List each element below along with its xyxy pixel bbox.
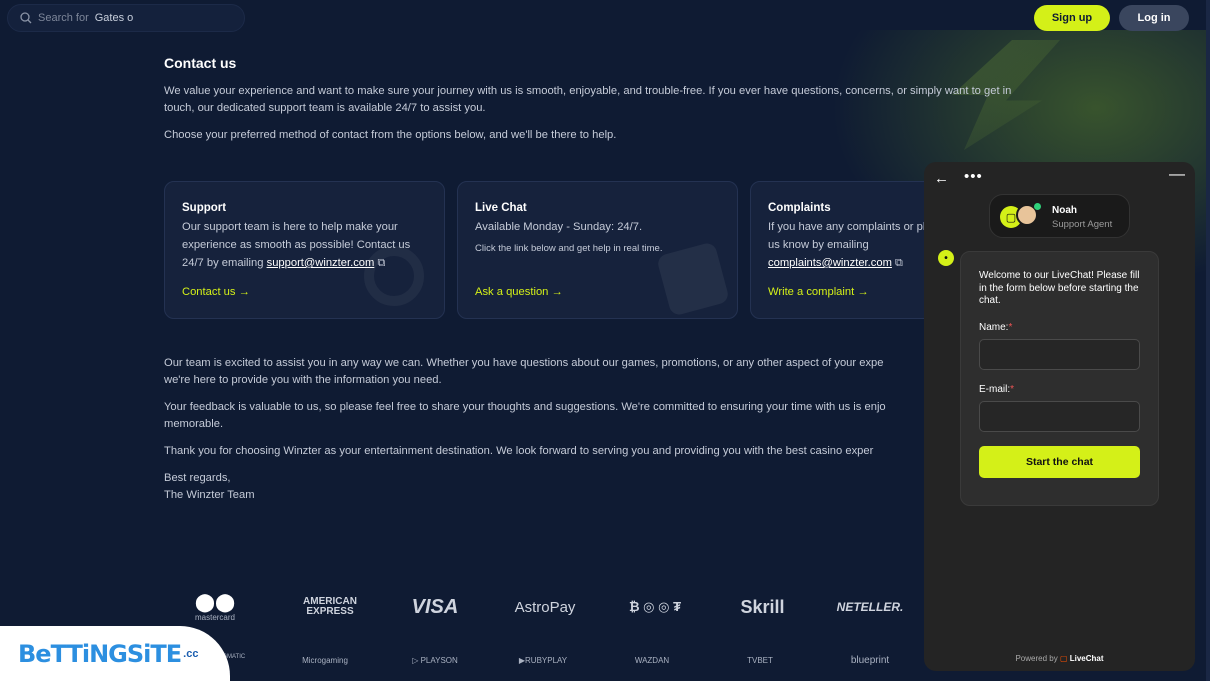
agent-card: ▢ Noah Support Agent <box>989 194 1130 238</box>
write-complaint-link[interactable]: Write a complaint → <box>768 286 869 298</box>
crypto-logos: ₿ ◎ ◎ ₮ <box>628 599 682 614</box>
astropay-logo: AstroPay <box>514 598 576 616</box>
team-text-cont: we're here to provide you with the infor… <box>164 374 442 386</box>
email-label: E-mail:* <box>979 384 1140 395</box>
name-label-text: Name: <box>979 321 1009 333</box>
support-email-link[interactable]: support@winzter.com <box>267 257 375 269</box>
choose-text: Choose your preferred method of contact … <box>164 129 617 141</box>
amex-logo: AMERICAN EXPRESS <box>303 596 357 617</box>
welcome-message: Welcome to our LiveChat! Please fill in … <box>979 270 1140 306</box>
powered-brand[interactable]: LiveChat <box>1070 654 1104 663</box>
ask-question-link[interactable]: Ask a question → <box>475 286 563 298</box>
blueprint-logo: blueprint <box>850 654 890 666</box>
top-bar: Search for Gates o Sign up Log in <box>0 0 1210 38</box>
contact-us-link[interactable]: Contact us → <box>182 286 250 298</box>
team-text: Our team is excited to assist you in any… <box>164 357 884 369</box>
support-card: Support Our support team is here to help… <box>164 181 445 319</box>
tvbet-logo: TVBET <box>747 655 773 665</box>
thanks-text: Thank you for choosing Winzter as your e… <box>164 445 874 457</box>
online-status-icon <box>1034 203 1041 210</box>
card-text: Available Monday - Sunday: 24/7. <box>475 221 643 233</box>
wazdan-logo: WAZDAN <box>634 655 670 665</box>
feedback-text: Your feedback is valuable to us, so plea… <box>164 401 886 413</box>
agent-name: Noah <box>1052 205 1077 216</box>
bot-icon: • <box>938 250 954 266</box>
visa-logo: VISA <box>411 595 459 618</box>
rubyplay-logo: ▶RUBYPLAY <box>518 655 568 665</box>
microgaming-logo: Microgaming <box>302 655 348 665</box>
search-icon <box>20 12 32 24</box>
copy-icon[interactable]: ⧉ <box>895 257 903 269</box>
name-label: Name:* <box>979 322 1140 333</box>
mastercard-logo: ⬤⬤ mastercard <box>194 592 236 622</box>
prechat-form: Welcome to our LiveChat! Please fill in … <box>960 251 1159 506</box>
start-chat-button[interactable]: Start the chat <box>979 445 1140 478</box>
skrill-logo: Skrill <box>740 596 785 617</box>
search-prefix: Search for <box>38 12 89 24</box>
login-button[interactable]: Log in <box>1119 5 1189 31</box>
email-field[interactable] <box>979 400 1140 432</box>
email-label-text: E-mail: <box>979 383 1011 395</box>
payment-providers: ⬤⬤ mastercard AMERICAN EXPRESS VISA Astro… <box>170 590 930 680</box>
closing-text: Our team is excited to assist you in any… <box>164 355 934 514</box>
search-input[interactable]: Search for Gates o <box>7 4 245 32</box>
live-chat-card: Live Chat Available Monday - Sunday: 24/… <box>457 181 738 319</box>
required-mark: * <box>1010 383 1015 395</box>
signoff-line1: Best regards, <box>164 472 231 484</box>
powered-prefix: Powered by <box>1015 654 1058 663</box>
card-title: Live Chat <box>475 202 527 214</box>
contact-content: Contact us We value your experience and … <box>164 55 1044 154</box>
agent-role: Support Agent <box>1052 219 1113 230</box>
intro-text: We value your experience and want to mak… <box>164 85 1012 114</box>
minimize-icon[interactable]: — <box>1169 166 1185 184</box>
name-field[interactable] <box>979 338 1140 370</box>
powered-by: Powered by ▢ LiveChat <box>924 654 1195 663</box>
more-options-icon[interactable]: ••• <box>964 168 983 185</box>
watermark-logo: BeTTiNGSiTE <box>18 639 182 668</box>
page-title: Contact us <box>164 55 237 71</box>
livechat-logo-icon: ▢ <box>1059 654 1068 663</box>
card-title: Support <box>182 202 227 214</box>
signup-button[interactable]: Sign up <box>1034 5 1110 31</box>
complaints-email-link[interactable]: complaints@winzter.com <box>768 257 892 269</box>
contact-cards: Support Our support team is here to help… <box>164 181 1044 319</box>
watermark-ribbon: BeTTiNGSiTE .cc <box>0 626 230 681</box>
signoff-line2: The Winzter Team <box>164 489 255 501</box>
required-mark: * <box>1008 321 1013 333</box>
back-arrow-icon[interactable]: ← <box>934 170 949 187</box>
at-sign-decoration <box>364 246 424 306</box>
watermark-tld: .cc <box>183 647 199 660</box>
playson-logo: ▷ PLAYSON <box>412 655 458 665</box>
feedback-text-cont: memorable. <box>164 418 224 430</box>
livechat-widget: ← ••• — ▢ Noah Support Agent • Welcome t… <box>924 162 1195 671</box>
search-query: Gates o <box>94 12 134 24</box>
neteller-logo: NETELLER. <box>836 600 904 614</box>
mastercard-label: mastercard <box>194 613 235 622</box>
page-scrollbar[interactable] <box>1206 0 1210 681</box>
